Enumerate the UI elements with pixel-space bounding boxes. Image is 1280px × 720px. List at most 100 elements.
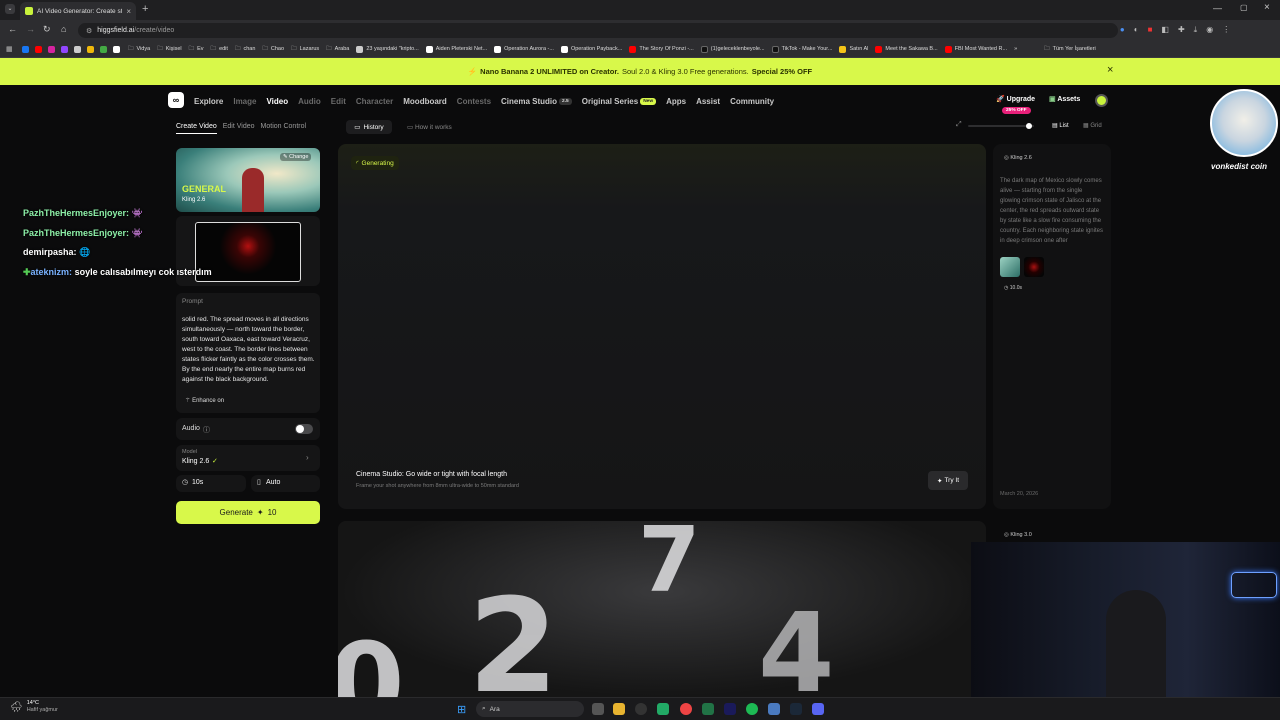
bookmark-item[interactable]: 🗀 Ev xyxy=(189,45,204,54)
bookmark-item[interactable]: 🗀 Vidya xyxy=(128,45,150,54)
bookmark-item[interactable]: Aiden Pleterski Net... xyxy=(425,45,487,53)
bookmark-item[interactable]: FBI Most Wanted R... xyxy=(944,45,1007,53)
nav-community[interactable]: Community xyxy=(730,97,774,106)
prompt-textarea[interactable]: solid red. The spread moves in all direc… xyxy=(182,299,316,385)
puzzle-icon[interactable]: ✚ xyxy=(1178,25,1185,35)
bookmark-item[interactable]: Operation Aurora -... xyxy=(494,45,554,53)
aspect-select[interactable] xyxy=(251,475,320,492)
home-icon[interactable]: ⌂ xyxy=(61,24,66,34)
bookmarks-overflow[interactable]: » xyxy=(1014,46,1017,52)
nav-cinema-studio[interactable]: Cinema Studio 2.5 xyxy=(501,97,572,106)
nav-audio[interactable]: Audio xyxy=(298,97,321,106)
bookmark-item[interactable]: Operation Payback... xyxy=(560,45,622,53)
try-it-button[interactable]: ✦ Try It xyxy=(928,471,968,490)
bookmark-item[interactable]: 🗀 Kişisel xyxy=(157,45,181,54)
how-it-works-tab[interactable]: ▭ How it works xyxy=(407,123,452,131)
side-thumb-frame[interactable] xyxy=(1024,257,1044,277)
premiere-icon[interactable] xyxy=(724,703,736,715)
zoom-slider-thumb[interactable] xyxy=(1026,123,1032,129)
nav-contests[interactable]: Contests xyxy=(457,97,491,106)
bookmark-item[interactable]: 🗀 edit xyxy=(211,45,228,54)
address-bar[interactable]: ⚙ higgsfield.ai/create/video xyxy=(78,23,1118,38)
nav-original-series[interactable]: Original Series New xyxy=(582,97,657,106)
steam-icon[interactable] xyxy=(790,703,802,715)
tab-motion-control[interactable]: Motion Control xyxy=(261,123,307,134)
app-icon[interactable] xyxy=(768,703,780,715)
profile-icon[interactable]: ◉ xyxy=(1206,25,1213,35)
maximize-icon[interactable]: ▢ xyxy=(1240,3,1248,12)
back-icon[interactable]: ← xyxy=(8,24,17,34)
minimize-icon[interactable]: — xyxy=(1213,3,1222,13)
bookmark-item[interactable]: Satın Al xyxy=(839,45,868,53)
expand-icon[interactable]: ⤢ xyxy=(956,121,962,129)
close-banner-icon[interactable]: × xyxy=(1107,64,1113,76)
promo-banner[interactable]: ⚡ Nano Banana 2 UNLIMITED on Creator. So… xyxy=(0,58,1280,85)
bookmark-item[interactable]: Meet the Sakawa B... xyxy=(875,45,938,53)
nav-video[interactable]: Video xyxy=(266,97,288,106)
history-tab[interactable]: ▭ History xyxy=(346,120,392,134)
apps-grid-icon[interactable]: ▦ xyxy=(6,45,13,53)
avatar[interactable] xyxy=(1095,94,1108,107)
bookmark-item[interactable]: 🗀 Araba xyxy=(326,45,349,54)
side-thumb-image[interactable] xyxy=(1000,257,1020,277)
kebab-menu-icon[interactable]: ⋮ xyxy=(1222,25,1230,35)
assets-button[interactable]: ▣ Assets xyxy=(1049,95,1080,103)
change-preset-button[interactable]: ✎ Change xyxy=(280,153,312,161)
tab-edit-video[interactable]: Edit Video xyxy=(223,123,255,134)
binance-icon[interactable] xyxy=(87,45,94,53)
bookmark-item[interactable]: (1)geleceklenbeyole... xyxy=(700,45,765,53)
app-icon[interactable] xyxy=(657,703,669,715)
video-result-card[interactable]: 2 7 4 0 xyxy=(338,521,986,697)
obs-icon[interactable] xyxy=(635,703,647,715)
nav-explore[interactable]: Explore xyxy=(194,97,223,106)
higgsfield-logo[interactable]: ∞ xyxy=(168,92,184,108)
enhance-toggle[interactable]: ⚚ Enhance on xyxy=(185,397,224,404)
discord-icon[interactable] xyxy=(812,703,824,715)
nav-assist[interactable]: Assist xyxy=(696,97,720,106)
preset-card[interactable]: GENERAL Kling 2.6 ✎ Change xyxy=(176,148,320,212)
browser-tab[interactable]: AI Video Generator: Create stu... × xyxy=(20,2,136,20)
extension-icon[interactable]: ● xyxy=(1120,25,1125,35)
upgrade-button[interactable]: 🚀 Upgrade xyxy=(996,95,1035,103)
file-explorer-icon[interactable] xyxy=(613,703,625,715)
youtube-icon[interactable] xyxy=(35,45,42,53)
close-window-icon[interactable]: × xyxy=(1264,2,1270,13)
instagram-icon[interactable] xyxy=(48,45,55,53)
nav-apps[interactable]: Apps xyxy=(666,97,686,106)
excel-icon[interactable] xyxy=(702,703,714,715)
bookmark-item[interactable]: 🗀 chan xyxy=(235,45,255,54)
info-icon[interactable]: ⓘ xyxy=(203,425,210,435)
generate-button[interactable]: Generate ✦ 10 xyxy=(176,501,320,524)
facebook-icon[interactable] xyxy=(22,45,29,53)
close-tab-icon[interactable]: × xyxy=(126,7,131,16)
grid-view-button[interactable]: ▦ Grid xyxy=(1083,122,1102,129)
p-icon[interactable] xyxy=(113,45,120,53)
mail-icon[interactable] xyxy=(74,45,81,53)
forward-icon[interactable]: → xyxy=(26,24,35,34)
bookmark-item[interactable]: 🗀 Lazarus xyxy=(291,45,319,54)
site-info-icon[interactable]: ⚙ xyxy=(86,27,92,35)
nav-edit[interactable]: Edit xyxy=(331,97,346,106)
extension-icon[interactable]: ◧ xyxy=(1161,25,1169,35)
task-view-icon[interactable] xyxy=(592,703,604,715)
nav-image[interactable]: Image xyxy=(233,97,256,106)
zoom-slider[interactable] xyxy=(968,123,1034,129)
start-icon[interactable]: ⊞ xyxy=(457,703,466,716)
twitch-icon[interactable] xyxy=(61,45,68,53)
weather-widget[interactable]: 🌧 14°C Hafif yağmur xyxy=(10,700,58,714)
download-icon[interactable]: ⤓ xyxy=(1194,25,1198,35)
spotify-icon[interactable] xyxy=(746,703,758,715)
bookmark-item[interactable]: The Story Of Ponzi -... xyxy=(629,45,694,53)
extension-icon[interactable]: ■ xyxy=(1148,25,1153,35)
nav-moodboard[interactable]: Moodboard xyxy=(403,97,447,106)
list-view-button[interactable]: ▤ List xyxy=(1052,122,1069,129)
tab-create-video[interactable]: Create Video xyxy=(176,123,217,134)
extension-icon[interactable]: ◐ xyxy=(1134,25,1139,35)
chrome-icon[interactable] xyxy=(680,703,692,715)
tab-menu-icon[interactable]: ⌄ xyxy=(5,4,15,14)
new-tab-icon[interactable]: + xyxy=(142,3,148,15)
all-bookmarks[interactable]: 🗀 Tüm Yer İşaretleri xyxy=(1044,45,1096,54)
bookmark-item[interactable]: 🗀 Chao xyxy=(262,45,284,54)
reload-icon[interactable]: ↻ xyxy=(43,24,51,35)
bookmark-item[interactable]: TikTok - Make Your... xyxy=(771,45,832,53)
